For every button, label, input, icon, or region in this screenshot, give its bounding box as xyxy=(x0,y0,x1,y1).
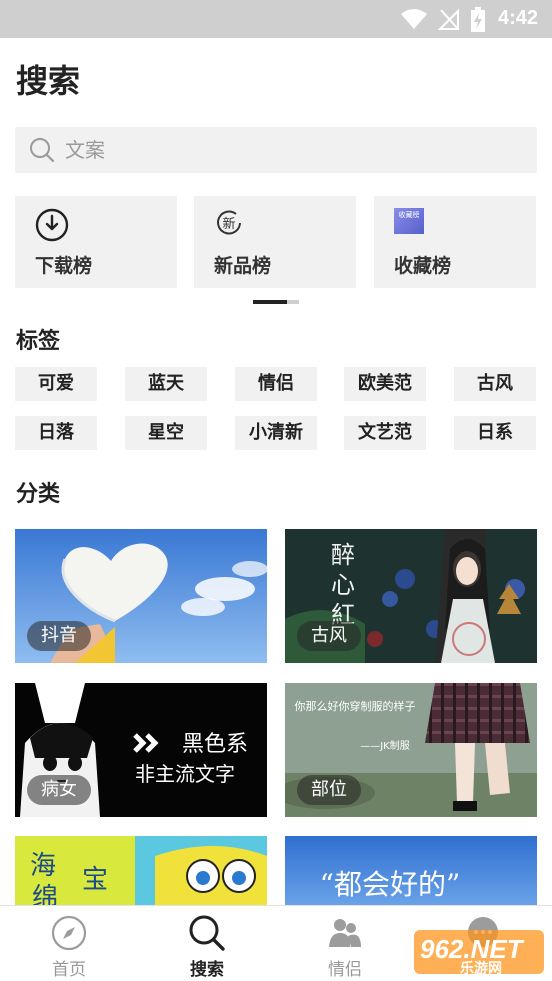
art-text: 非主流文字 xyxy=(135,762,235,786)
ranking-download[interactable]: 下载榜 xyxy=(15,196,177,288)
status-time: 4:42 xyxy=(497,7,538,29)
category-card-douyin[interactable]: 抖音 xyxy=(15,529,267,663)
category-label: 抖音 xyxy=(27,621,91,651)
nav-label: 情侣 xyxy=(328,960,362,980)
category-label: 部位 xyxy=(297,775,361,805)
svg-text:新: 新 xyxy=(222,216,235,232)
search-icon xyxy=(189,915,225,951)
ranking-new[interactable]: 新 新品榜 xyxy=(194,196,356,288)
ranking-label: 收藏榜 xyxy=(394,255,452,277)
favorites-thumbnail-text: 收藏榜 xyxy=(398,211,420,219)
no-signal-icon xyxy=(438,8,459,30)
nav-home[interactable]: 首页 xyxy=(0,906,138,981)
favorites-thumbnail-icon: 收藏榜 xyxy=(394,208,424,234)
new-badge-icon: 新 xyxy=(217,210,241,235)
category-card-gufeng[interactable]: 醉 心 紅 古风 xyxy=(285,529,537,663)
tag[interactable]: 蓝天 xyxy=(125,367,207,401)
watermark-logo: 962.NET 乐游网 xyxy=(414,928,544,977)
tag[interactable]: 日系 xyxy=(454,416,536,450)
ranking-favorites[interactable]: 收藏榜 收藏榜 xyxy=(374,196,536,288)
ranking-label: 下载榜 xyxy=(35,255,93,277)
art-text: 黑色系 xyxy=(182,732,248,757)
art-text: 醉 xyxy=(331,541,355,569)
categories-title: 分类 xyxy=(16,482,61,507)
download-clock-icon xyxy=(35,208,69,242)
search-bar[interactable] xyxy=(15,127,537,173)
tag[interactable]: 古风 xyxy=(454,367,536,401)
art-text: 心 xyxy=(331,571,355,599)
blue-text-image: “都会好的” xyxy=(285,836,537,905)
couple-icon xyxy=(329,919,361,947)
status-bar: 4:42 xyxy=(0,0,552,38)
art-text: “都会好的” xyxy=(320,868,461,901)
page-indicator-inactive xyxy=(287,300,299,304)
nav-label: 首页 xyxy=(52,960,86,980)
art-text: 绵 xyxy=(32,883,58,905)
nav-search[interactable]: 搜索 xyxy=(138,906,276,981)
tag[interactable]: 欧美范 xyxy=(344,367,426,401)
page-indicator-active xyxy=(253,300,287,304)
art-text: 你那么好你穿制服的样子 xyxy=(295,699,416,713)
compass-icon xyxy=(51,915,87,951)
category-label: 古风 xyxy=(297,621,361,651)
tag[interactable]: 情侣 xyxy=(235,367,317,401)
category-card-bingnv[interactable]: 黑色系 非主流文字 病女 xyxy=(15,683,267,817)
page-title: 搜索 xyxy=(16,62,81,100)
tags-title: 标签 xyxy=(16,329,61,354)
watermark-subtext: 乐游网 xyxy=(460,961,502,977)
tag[interactable]: 星空 xyxy=(125,416,207,450)
tag[interactable]: 文艺范 xyxy=(344,416,426,450)
tag[interactable]: 小清新 xyxy=(235,416,317,450)
ranking-label: 新品榜 xyxy=(214,255,272,277)
tag[interactable]: 可爱 xyxy=(15,367,97,401)
category-card-buwei[interactable]: 你那么好你穿制服的样子 ——JK制服 部位 xyxy=(285,683,537,817)
tag[interactable]: 日落 xyxy=(15,416,97,450)
art-text: ——JK制服 xyxy=(360,739,410,752)
wifi-icon xyxy=(401,9,427,29)
nav-label: 搜索 xyxy=(190,960,224,980)
category-card-blue-text[interactable]: “都会好的” xyxy=(285,836,537,905)
art-text: 宝 xyxy=(82,865,108,895)
search-icon xyxy=(30,138,55,163)
category-label: 病女 xyxy=(27,775,91,805)
spongebob-image: 海 绵 宝 xyxy=(15,836,267,905)
battery-charging-icon xyxy=(471,7,485,32)
nav-couple[interactable]: 情侣 xyxy=(276,906,414,981)
category-card-spongebob[interactable]: 海 绵 宝 xyxy=(15,836,267,905)
search-input[interactable] xyxy=(65,127,525,173)
art-text: 海 xyxy=(30,851,56,881)
